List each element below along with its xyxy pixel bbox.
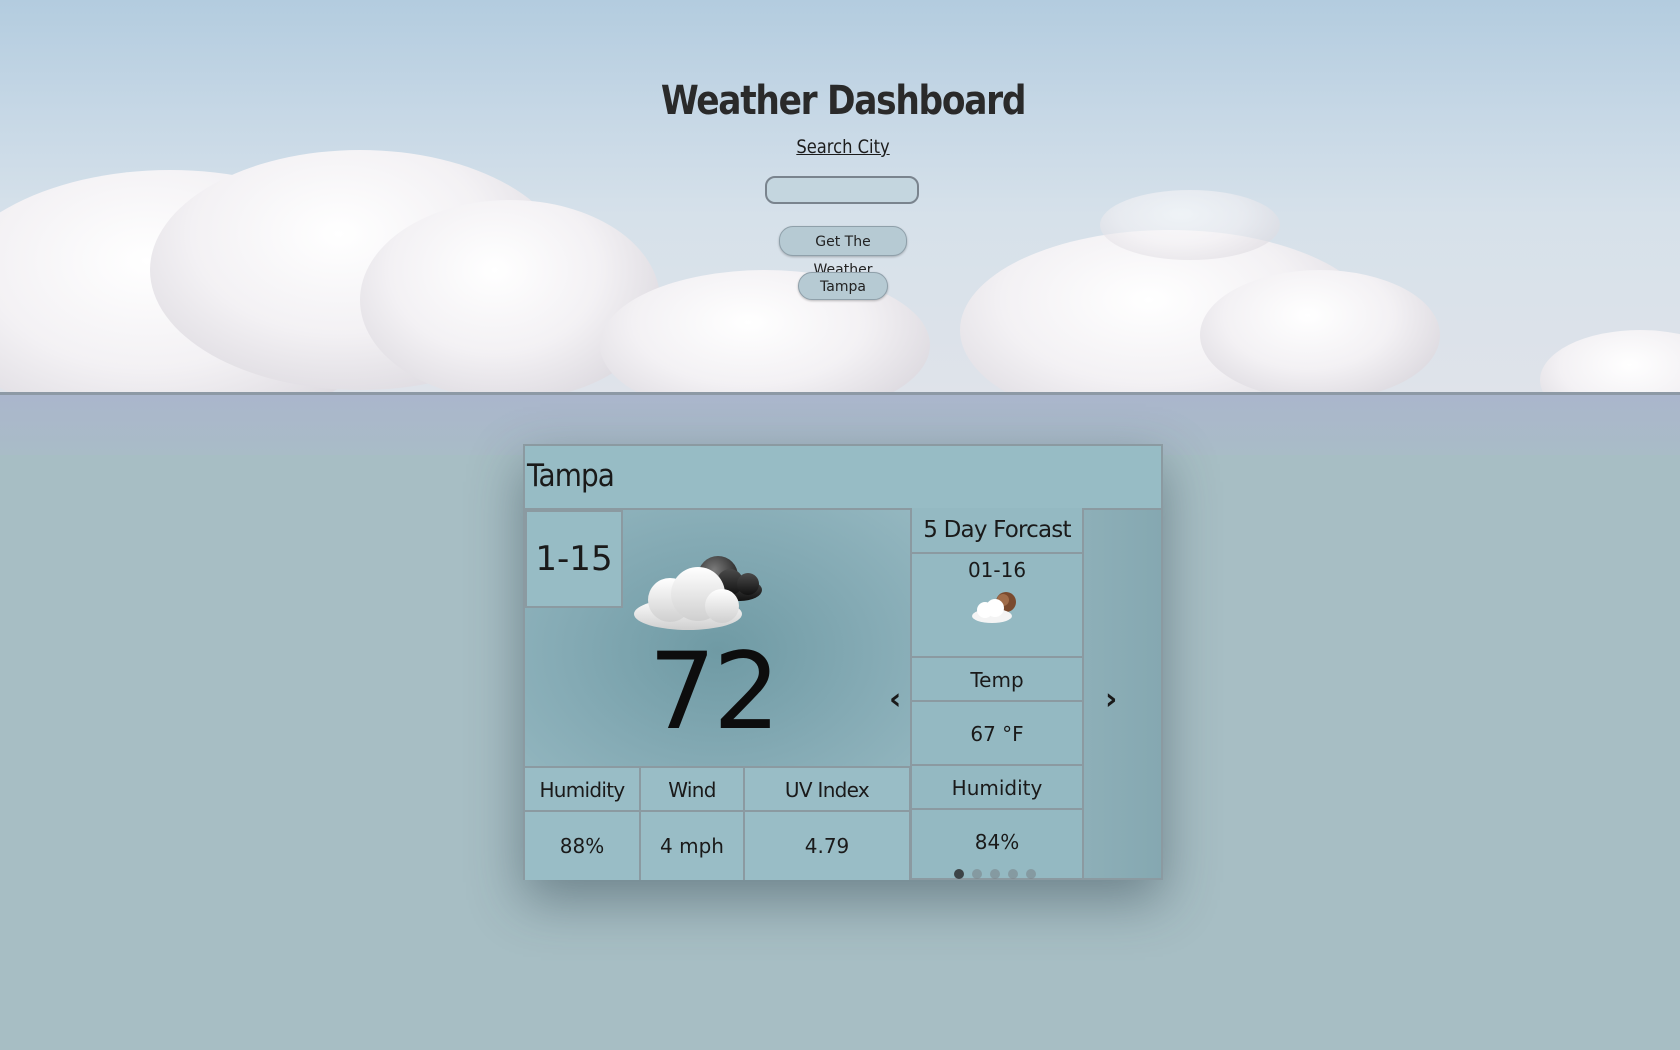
carousel-dot[interactable] bbox=[972, 869, 982, 879]
forecast-temp-label: Temp bbox=[912, 656, 1082, 702]
history-city-button[interactable]: Tampa bbox=[798, 272, 888, 300]
card-header: Tampa bbox=[525, 446, 1161, 510]
partly-cloudy-night-icon bbox=[634, 556, 762, 630]
carousel-dot[interactable] bbox=[954, 869, 964, 879]
humidity-value: 88% bbox=[525, 810, 641, 880]
current-date: 1-15 bbox=[525, 510, 623, 608]
forecast-date: 01-16 bbox=[967, 558, 1027, 582]
forecast-temp-value: 67 °F bbox=[912, 700, 1082, 766]
forecast-day: 01-16 bbox=[912, 552, 1082, 658]
carousel-dot[interactable] bbox=[1026, 869, 1036, 879]
forecast-panel: 5 Day Forcast 01-16 Temp 67 °F Humidity … bbox=[910, 508, 1084, 880]
carousel-dot[interactable] bbox=[1008, 869, 1018, 879]
carousel-dot[interactable] bbox=[990, 869, 1000, 879]
cloud-decoration bbox=[1200, 270, 1440, 392]
uv-index-label: UV Index bbox=[745, 766, 911, 812]
cloud-decoration bbox=[1100, 190, 1280, 260]
carousel-next-button[interactable]: › bbox=[1105, 682, 1117, 717]
current-stats: Humidity Wind Speed UV Index 88% 4 mph 4… bbox=[525, 766, 911, 880]
page-title: Weather Dashboard bbox=[660, 78, 1027, 124]
partly-cloudy-night-icon bbox=[972, 592, 1016, 623]
carousel-indicators bbox=[954, 864, 1054, 879]
city-search-input[interactable] bbox=[765, 176, 919, 204]
hero-banner: Weather Dashboard Search City Get The We… bbox=[0, 0, 1680, 395]
weather-card: Tampa 1-15 72 Humidity Wind UV Index 88%… bbox=[523, 444, 1163, 880]
get-weather-button[interactable]: Get The Weather bbox=[779, 226, 907, 278]
uv-index-value: 4.79 bbox=[745, 810, 911, 880]
forecast-title: 5 Day Forcast bbox=[912, 508, 1082, 554]
cloud-decoration bbox=[1540, 330, 1680, 392]
current-weather: 1-15 72 bbox=[525, 510, 911, 880]
wind-speed-label: Wind Speed bbox=[641, 766, 745, 846]
forecast-humidity-label: Humidity bbox=[912, 764, 1082, 810]
humidity-label: Humidity bbox=[525, 766, 641, 812]
search-city-label: Search City bbox=[796, 136, 890, 158]
city-name: Tampa bbox=[527, 458, 615, 494]
carousel-prev-button[interactable]: ‹ bbox=[889, 682, 901, 717]
wind-speed-value: 4 mph bbox=[641, 810, 745, 880]
